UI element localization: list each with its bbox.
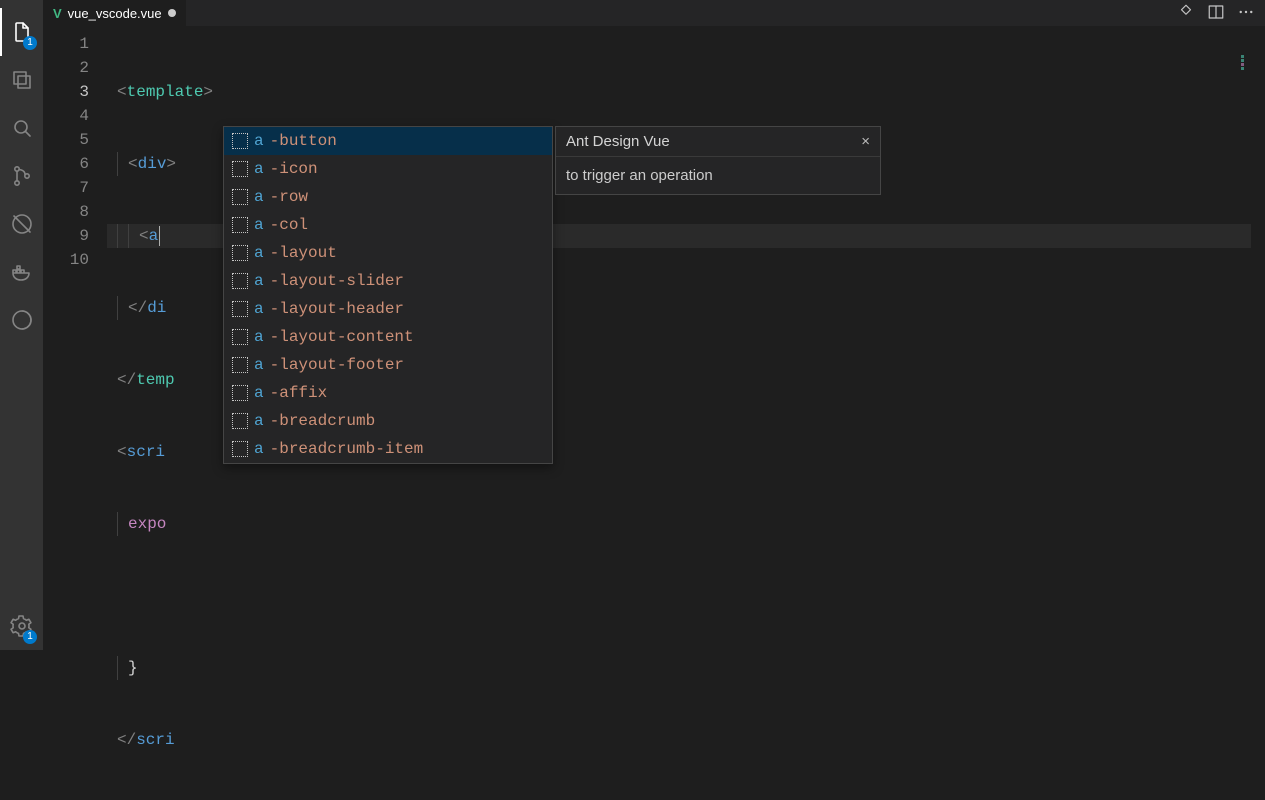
line-number: 6	[43, 152, 107, 176]
activity-bar: 1 1	[0, 0, 43, 650]
close-icon[interactable]: ×	[861, 133, 870, 150]
dirty-indicator-icon	[168, 9, 176, 17]
snippet-icon	[232, 385, 248, 401]
vue-file-icon: V	[53, 6, 62, 21]
code-line: </scri	[107, 728, 1251, 752]
line-number: 2	[43, 56, 107, 80]
line-number: 5	[43, 128, 107, 152]
activity-search[interactable]	[0, 104, 43, 152]
suggest-item[interactable]: a-breadcrumb-item	[224, 435, 552, 463]
code-line	[107, 584, 1251, 608]
tab-file[interactable]: V vue_vscode.vue	[43, 0, 186, 26]
line-number: 9	[43, 224, 107, 248]
snippet-icon	[232, 413, 248, 429]
suggest-item[interactable]: a-affix	[224, 379, 552, 407]
snippet-icon	[232, 161, 248, 177]
suggest-item[interactable]: a-col	[224, 211, 552, 239]
snippet-icon	[232, 245, 248, 261]
suggest-item[interactable]: a-layout	[224, 239, 552, 267]
activity-source-control[interactable]	[0, 152, 43, 200]
code-line: }	[107, 656, 1251, 680]
settings-badge: 1	[23, 630, 37, 644]
suggest-doc-title: Ant Design Vue	[566, 133, 670, 150]
snippet-icon	[232, 217, 248, 233]
suggest-doc-panel: Ant Design Vue × to trigger an operation	[555, 126, 881, 195]
suggest-widget[interactable]: a-button a-icon a-row a-col a-layout a-l…	[223, 126, 553, 464]
snippet-icon	[232, 441, 248, 457]
vertical-scrollbar[interactable]	[1251, 26, 1265, 800]
snippet-icon	[232, 329, 248, 345]
suggest-item[interactable]: a-layout-slider	[224, 267, 552, 295]
main-column: V vue_vscode.vue 1 2 3 4 5 6 7 8 9 10 <t…	[43, 0, 1265, 650]
snippet-icon	[232, 273, 248, 289]
line-number: 7	[43, 176, 107, 200]
tab-filename: vue_vscode.vue	[68, 6, 162, 21]
snippet-icon	[232, 357, 248, 373]
explorer-badge: 1	[23, 36, 37, 50]
line-number-gutter: 1 2 3 4 5 6 7 8 9 10	[43, 26, 107, 800]
suggest-item[interactable]: a-row	[224, 183, 552, 211]
suggest-item[interactable]: a-icon	[224, 155, 552, 183]
suggest-item[interactable]: a-layout-header	[224, 295, 552, 323]
suggest-item[interactable]: a-layout-content	[224, 323, 552, 351]
tab-bar: V vue_vscode.vue	[43, 0, 1265, 26]
compare-icon[interactable]	[1177, 3, 1195, 24]
split-editor-icon[interactable]	[1207, 3, 1225, 24]
activity-extensions[interactable]	[0, 296, 43, 344]
suggest-item[interactable]: a-button	[224, 127, 552, 155]
snippet-icon	[232, 301, 248, 317]
line-number: 3	[43, 80, 107, 104]
code-line: expo	[107, 512, 1251, 536]
snippet-icon	[232, 189, 248, 205]
activity-explorer[interactable]: 1	[0, 8, 43, 56]
more-icon[interactable]	[1237, 3, 1255, 24]
editor[interactable]: 1 2 3 4 5 6 7 8 9 10 <template> <div> <a…	[43, 26, 1265, 800]
text-caret	[159, 226, 160, 246]
suggest-item[interactable]: a-breadcrumb	[224, 407, 552, 435]
minimap[interactable]	[1241, 54, 1261, 74]
suggest-doc-body: to trigger an operation	[556, 157, 880, 194]
activity-files[interactable]	[0, 56, 43, 104]
line-number: 10	[43, 248, 107, 272]
code-line: <template>	[107, 80, 1251, 104]
activity-docker[interactable]	[0, 248, 43, 296]
line-number: 4	[43, 104, 107, 128]
snippet-icon	[232, 133, 248, 149]
suggest-item[interactable]: a-layout-footer	[224, 351, 552, 379]
activity-settings[interactable]: 1	[0, 602, 43, 650]
line-number: 8	[43, 200, 107, 224]
activity-debug[interactable]	[0, 200, 43, 248]
line-number: 1	[43, 32, 107, 56]
